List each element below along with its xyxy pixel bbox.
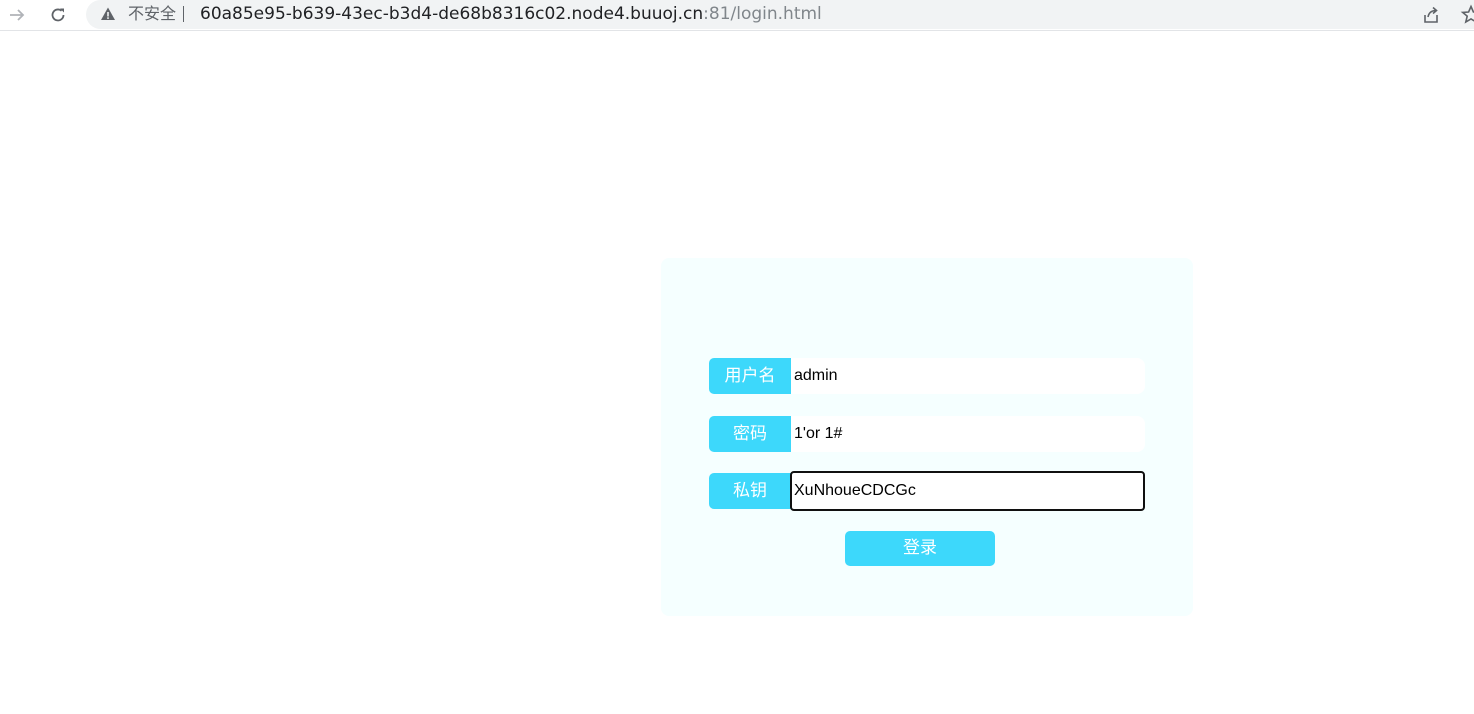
browser-toolbar: 不安全 60a85e95-b639-43ec-b3d4-de68b8316c02… [0,0,1474,31]
url-port: :81 [703,4,731,24]
private-key-label: 私钥 [709,473,791,509]
address-separator [183,6,184,22]
password-row: 密码 1'or 1# [709,416,1145,452]
password-input[interactable]: 1'or 1# [791,416,1145,452]
private-key-row: 私钥 XuNhoueCDCGc [709,471,1145,511]
private-key-input[interactable]: XuNhoueCDCGc [790,471,1145,511]
username-input[interactable]: admin [791,358,1145,394]
username-label: 用户名 [709,358,791,394]
url-host: 60a85e95-b639-43ec-b3d4-de68b8316c02.nod… [200,4,704,24]
forward-arrow-icon[interactable] [4,2,30,28]
password-label: 密码 [709,416,791,452]
reload-icon[interactable] [45,2,71,28]
address-bar[interactable]: 不安全 60a85e95-b639-43ec-b3d4-de68b8316c02… [86,0,1474,29]
share-icon[interactable] [1420,4,1442,26]
warning-icon[interactable] [100,6,116,22]
login-panel: 用户名 admin 密码 1'or 1# 私钥 XuNhoueCDCGc 登录 [661,258,1193,616]
url-path: /login.html [730,4,822,24]
login-button[interactable]: 登录 [845,531,995,566]
url-text[interactable]: 60a85e95-b639-43ec-b3d4-de68b8316c02.nod… [200,3,822,25]
security-status[interactable]: 不安全 [128,4,176,24]
username-row: 用户名 admin [709,358,1145,394]
bookmark-star-icon[interactable] [1460,4,1474,26]
